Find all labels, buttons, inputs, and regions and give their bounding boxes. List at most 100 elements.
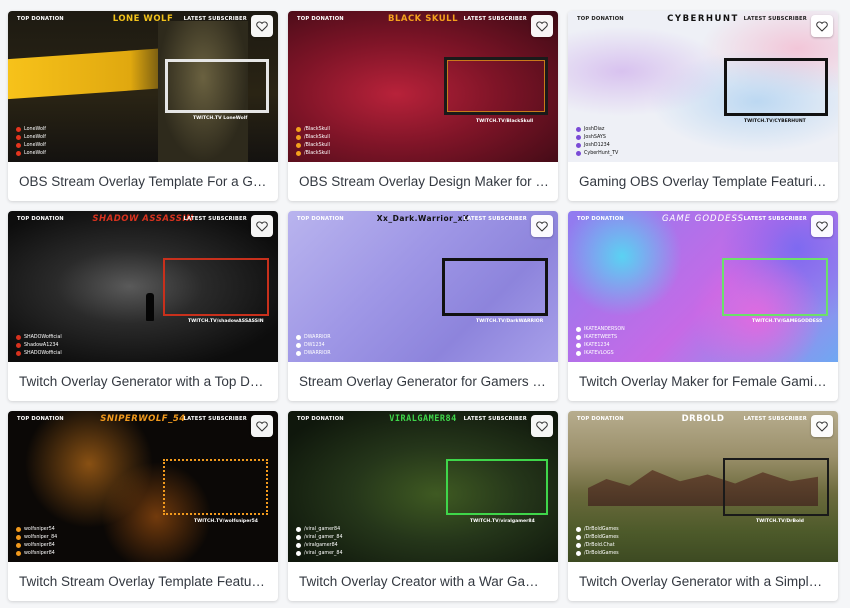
overlay-latest-subscriber: LATEST SUBSCRIBER	[463, 16, 527, 22]
template-title[interactable]: OBS Stream Overlay Design Maker for Game…	[299, 162, 549, 201]
template-thumbnail[interactable]: TOP DONATION VIRALGAMER84 LATEST SUBSCRI…	[288, 411, 558, 562]
template-title[interactable]: Twitch Stream Overlay Template Featuring…	[19, 562, 269, 601]
template-card[interactable]: TOP DONATION SHADOW ASSASSIN LATEST SUBS…	[8, 211, 278, 401]
webcam-frame	[724, 58, 828, 116]
template-thumbnail[interactable]: TOP DONATION GAME GODDESS LATEST SUBSCRI…	[568, 211, 838, 362]
overlay-donor-list: /BlackSkull /BlackSkull /BlackSkull /Bla…	[296, 126, 330, 156]
template-title[interactable]: Stream Overlay Generator for Gamers Feat…	[299, 362, 549, 401]
template-title[interactable]: Twitch Overlay Generator with a Simple T…	[579, 562, 829, 601]
donor-entry: /viralgamer84	[296, 542, 343, 548]
donor-entry: LoneWolf	[16, 142, 46, 148]
donor-entry: IKATEANDERSON	[576, 326, 625, 332]
overlay-donor-list: JoshDiaz JoshSAYS JoshD1234 CyberHunt_TV	[576, 126, 618, 156]
donor-entry: CyberHunt_TV	[576, 150, 618, 156]
donor-entry: JoshSAYS	[576, 134, 618, 140]
template-thumbnail[interactable]: TOP DONATION CYBERHUNT LATEST SUBSCRIBER…	[568, 11, 838, 162]
favorite-button[interactable]	[251, 215, 273, 237]
donor-entry: IKATE1234	[576, 342, 625, 348]
donor-entry: JoshDiaz	[576, 126, 618, 132]
donor-entry: wolfsniper54	[16, 526, 57, 532]
favorite-button[interactable]	[251, 15, 273, 37]
template-title[interactable]: Twitch Overlay Maker for Female Gaming S…	[579, 362, 829, 401]
donor-entry: DWARRIOR	[296, 350, 331, 356]
donor-entry: SHADOWofficial	[16, 350, 62, 356]
overlay-channel-url: TWITCH.TV/GAMEGODDESS	[752, 319, 823, 324]
webcam-frame	[163, 459, 268, 515]
webcam-frame	[163, 258, 269, 316]
overlay-channel-url: TWITCH.TV/wolfsniper54	[194, 519, 258, 524]
donor-entry: LoneWolf	[16, 126, 46, 132]
template-card[interactable]: TOP DONATION SNIPERWOLF_54 LATEST SUBSCR…	[8, 411, 278, 601]
overlay-latest-subscriber: LATEST SUBSCRIBER	[183, 216, 247, 222]
overlay-donor-list: /DrBoldGames /DrBoldGames /DrBold.Chat /…	[576, 526, 619, 556]
overlay-latest-subscriber: LATEST SUBSCRIBER	[743, 216, 807, 222]
webcam-frame	[723, 458, 829, 516]
webcam-frame	[722, 258, 828, 316]
webcam-frame	[444, 57, 548, 115]
donor-entry: IKATETWEETS	[576, 334, 625, 340]
overlay-channel-url: TWITCH.TV/DrBold	[756, 519, 804, 524]
donor-entry: LoneWolf	[16, 150, 46, 156]
template-card[interactable]: TOP DONATION DRBOLD LATEST SUBSCRIBER TW…	[568, 411, 838, 601]
overlay-channel-url: TWITCH.TV/DarkWARRIOR	[476, 319, 544, 324]
donor-entry: /viral_gamer84	[296, 526, 343, 532]
overlay-channel-url: TWITCH.TV LoneWolf	[193, 116, 248, 121]
overlay-latest-subscriber: LATEST SUBSCRIBER	[463, 416, 527, 422]
donor-entry: ShadowA1234	[16, 342, 62, 348]
overlay-latest-subscriber: LATEST SUBSCRIBER	[743, 416, 807, 422]
favorite-button[interactable]	[531, 415, 553, 437]
overlay-channel-url: TWITCH.TV/BlackSkull	[476, 119, 534, 124]
donor-entry: /viral_gamer_84	[296, 550, 343, 556]
favorite-button[interactable]	[811, 15, 833, 37]
template-title[interactable]: Twitch Overlay Generator with a Top Dona…	[19, 362, 269, 401]
overlay-channel-url: TWITCH.TV/CYBERHUNT	[744, 119, 806, 124]
donor-entry: wolfsniper84	[16, 550, 57, 556]
template-title[interactable]: Gaming OBS Overlay Template Featuring a …	[579, 162, 829, 201]
template-card[interactable]: TOP DONATION LONE WOLF LATEST SUBSCRIBER…	[8, 11, 278, 201]
heart-icon	[816, 421, 828, 432]
overlay-channel-url: TWITCH.TV/viralgamer84	[470, 519, 535, 524]
overlay-donor-list: DWARRIOR DW1234 DWARRIOR	[296, 334, 331, 356]
overlay-donor-list: SHADOWofficial ShadowA1234 SHADOWofficia…	[16, 334, 62, 356]
template-thumbnail[interactable]: TOP DONATION DRBOLD LATEST SUBSCRIBER TW…	[568, 411, 838, 562]
webcam-frame	[446, 459, 548, 515]
donor-entry: LoneWolf	[16, 134, 46, 140]
template-card[interactable]: TOP DONATION VIRALGAMER84 LATEST SUBSCRI…	[288, 411, 558, 601]
template-card[interactable]: TOP DONATION Xx_Dark.Warrior_xX LATEST S…	[288, 211, 558, 401]
overlay-donor-list: /viral_gamer84 /viral_gamer_84 /viralgam…	[296, 526, 343, 556]
overlay-latest-subscriber: LATEST SUBSCRIBER	[463, 216, 527, 222]
heart-icon	[536, 221, 548, 232]
favorite-button[interactable]	[251, 415, 273, 437]
favorite-button[interactable]	[811, 215, 833, 237]
template-title[interactable]: OBS Stream Overlay Template For a Gaming…	[19, 162, 269, 201]
webcam-frame	[442, 258, 548, 316]
favorite-button[interactable]	[531, 215, 553, 237]
template-title[interactable]: Twitch Overlay Creator with a War Game S…	[299, 562, 549, 601]
overlay-donor-list: wolfsniper54 wolfsniper_84 wolfsniper84 …	[16, 526, 57, 556]
template-thumbnail[interactable]: TOP DONATION Xx_Dark.Warrior_xX LATEST S…	[288, 211, 558, 362]
template-thumbnail[interactable]: TOP DONATION SHADOW ASSASSIN LATEST SUBS…	[8, 211, 278, 362]
template-thumbnail[interactable]: TOP DONATION BLACK SKULL LATEST SUBSCRIB…	[288, 11, 558, 162]
webcam-frame	[165, 59, 269, 113]
template-card[interactable]: TOP DONATION CYBERHUNT LATEST SUBSCRIBER…	[568, 11, 838, 201]
donor-entry: /DrBold.Chat	[576, 542, 619, 548]
donor-entry: JoshD1234	[576, 142, 618, 148]
template-card[interactable]: TOP DONATION BLACK SKULL LATEST SUBSCRIB…	[288, 11, 558, 201]
template-grid: TOP DONATION LONE WOLF LATEST SUBSCRIBER…	[0, 0, 850, 608]
donor-entry: DWARRIOR	[296, 334, 331, 340]
donor-entry: /DrBoldGames	[576, 526, 619, 532]
favorite-button[interactable]	[811, 415, 833, 437]
overlay-donor-list: IKATEANDERSON IKATETWEETS IKATE1234 IKAT…	[576, 326, 625, 356]
template-thumbnail[interactable]: TOP DONATION SNIPERWOLF_54 LATEST SUBSCR…	[8, 411, 278, 562]
heart-icon	[256, 421, 268, 432]
heart-icon	[256, 21, 268, 32]
heart-icon	[816, 21, 828, 32]
template-card[interactable]: TOP DONATION GAME GODDESS LATEST SUBSCRI…	[568, 211, 838, 401]
donor-entry: SHADOWofficial	[16, 334, 62, 340]
template-thumbnail[interactable]: TOP DONATION LONE WOLF LATEST SUBSCRIBER…	[8, 11, 278, 162]
donor-entry: /BlackSkull	[296, 142, 330, 148]
heart-icon	[256, 221, 268, 232]
overlay-latest-subscriber: LATEST SUBSCRIBER	[183, 16, 247, 22]
donor-entry: /BlackSkull	[296, 150, 330, 156]
favorite-button[interactable]	[531, 15, 553, 37]
